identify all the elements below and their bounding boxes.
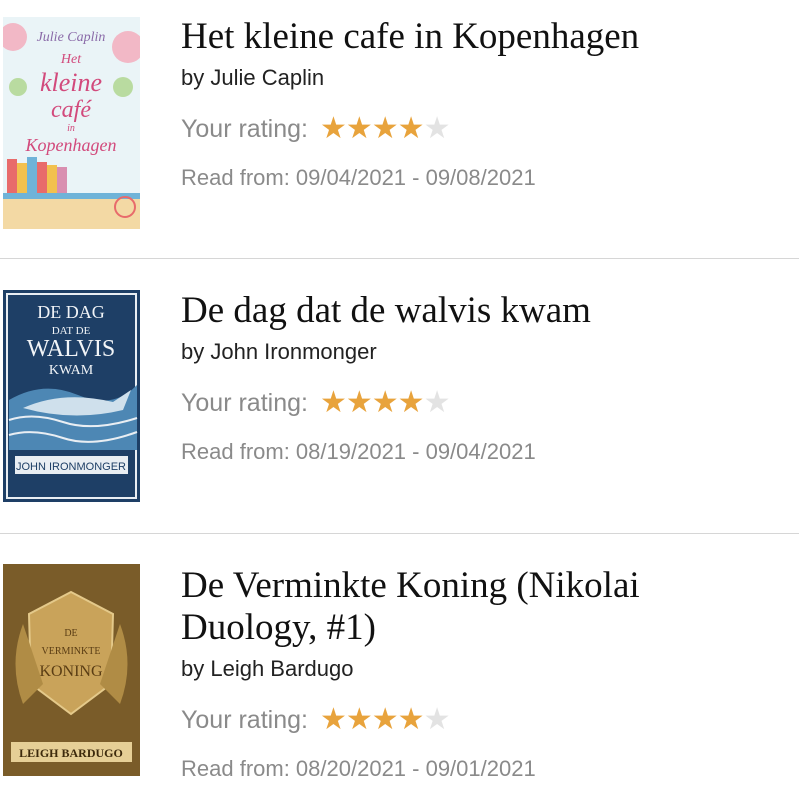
rating-label: Your rating: bbox=[181, 388, 308, 417]
star-rating[interactable]: ★ ★ ★ ★ ★ bbox=[320, 388, 451, 418]
book-cover-art-walvis: DE DAG DAT DE WALVIS KWAM JOHN IRONMONGE… bbox=[3, 290, 140, 502]
svg-text:LEIGH BARDUGO: LEIGH BARDUGO bbox=[19, 746, 123, 760]
svg-text:WALVIS: WALVIS bbox=[27, 336, 115, 362]
book-list-item[interactable]: Julie Caplin Het kleine café in Kopenhag… bbox=[0, 0, 799, 258]
star-empty-icon[interactable]: ★ bbox=[424, 705, 451, 735]
read-dates: Read from: 08/19/2021 - 09/04/2021 bbox=[181, 439, 536, 464]
svg-text:in: in bbox=[67, 123, 75, 134]
star-filled-icon[interactable]: ★ bbox=[346, 388, 373, 418]
read-dates: Read from: 08/20/2021 - 09/01/2021 bbox=[181, 756, 536, 781]
book-author[interactable]: by Leigh Bardugo bbox=[181, 655, 781, 683]
star-filled-icon[interactable]: ★ bbox=[398, 114, 425, 144]
book-list-item[interactable]: DE DAG DAT DE WALVIS KWAM JOHN IRONMONGE… bbox=[0, 259, 799, 533]
star-filled-icon[interactable]: ★ bbox=[372, 705, 399, 735]
svg-text:DE: DE bbox=[64, 628, 77, 639]
svg-text:café: café bbox=[51, 97, 92, 123]
book-cover[interactable]: DE DAG DAT DE WALVIS KWAM JOHN IRONMONGE… bbox=[3, 290, 140, 502]
book-title[interactable]: Het kleine cafe in Kopenhagen bbox=[181, 16, 781, 58]
book-title[interactable]: De Verminkte Koning (Nikolai Duology, #1… bbox=[181, 565, 701, 649]
read-dates: Read from: 09/04/2021 - 09/08/2021 bbox=[181, 165, 536, 190]
star-rating[interactable]: ★ ★ ★ ★ ★ bbox=[320, 114, 451, 144]
rating-label: Your rating: bbox=[181, 114, 308, 143]
star-filled-icon[interactable]: ★ bbox=[372, 114, 399, 144]
star-filled-icon[interactable]: ★ bbox=[398, 388, 425, 418]
star-rating[interactable]: ★ ★ ★ ★ ★ bbox=[320, 705, 451, 735]
svg-text:DE DAG: DE DAG bbox=[37, 302, 105, 322]
book-cover[interactable]: DE VERMINKTE KONING LEIGH BARDUGO bbox=[3, 564, 140, 776]
svg-text:JOHN IRONMONGER: JOHN IRONMONGER bbox=[16, 461, 126, 473]
book-author[interactable]: by John Ironmonger bbox=[181, 338, 781, 366]
star-empty-icon[interactable]: ★ bbox=[424, 114, 451, 144]
svg-text:VERMINKTE: VERMINKTE bbox=[42, 646, 101, 657]
star-filled-icon[interactable]: ★ bbox=[320, 114, 347, 144]
rating-label: Your rating: bbox=[181, 705, 308, 734]
star-filled-icon[interactable]: ★ bbox=[372, 388, 399, 418]
star-filled-icon[interactable]: ★ bbox=[320, 388, 347, 418]
book-cover[interactable]: Julie Caplin Het kleine café in Kopenhag… bbox=[3, 17, 140, 229]
svg-text:Kopenhagen: Kopenhagen bbox=[25, 135, 117, 155]
star-empty-icon[interactable]: ★ bbox=[424, 388, 451, 418]
svg-text:Het: Het bbox=[60, 52, 82, 67]
star-filled-icon[interactable]: ★ bbox=[346, 705, 373, 735]
star-filled-icon[interactable]: ★ bbox=[398, 705, 425, 735]
rating-row: Your rating: ★ ★ ★ ★ ★ bbox=[181, 703, 781, 737]
svg-text:Julie Caplin: Julie Caplin bbox=[37, 30, 106, 45]
book-author[interactable]: by Julie Caplin bbox=[181, 64, 781, 92]
svg-text:KONING: KONING bbox=[39, 663, 103, 680]
book-cover-art-julie-caplin: Julie Caplin Het kleine café in Kopenhag… bbox=[3, 17, 140, 229]
rating-row: Your rating: ★ ★ ★ ★ ★ bbox=[181, 112, 781, 146]
book-cover-art-verminkte-koning: DE VERMINKTE KONING LEIGH BARDUGO bbox=[3, 564, 140, 776]
star-filled-icon[interactable]: ★ bbox=[346, 114, 373, 144]
book-title[interactable]: De dag dat de walvis kwam bbox=[181, 290, 781, 332]
star-filled-icon[interactable]: ★ bbox=[320, 705, 347, 735]
svg-text:kleine: kleine bbox=[40, 68, 102, 97]
svg-text:KWAM: KWAM bbox=[49, 363, 94, 378]
book-list-item[interactable]: DE VERMINKTE KONING LEIGH BARDUGO De Ver… bbox=[0, 534, 799, 799]
rating-row: Your rating: ★ ★ ★ ★ ★ bbox=[181, 386, 781, 420]
